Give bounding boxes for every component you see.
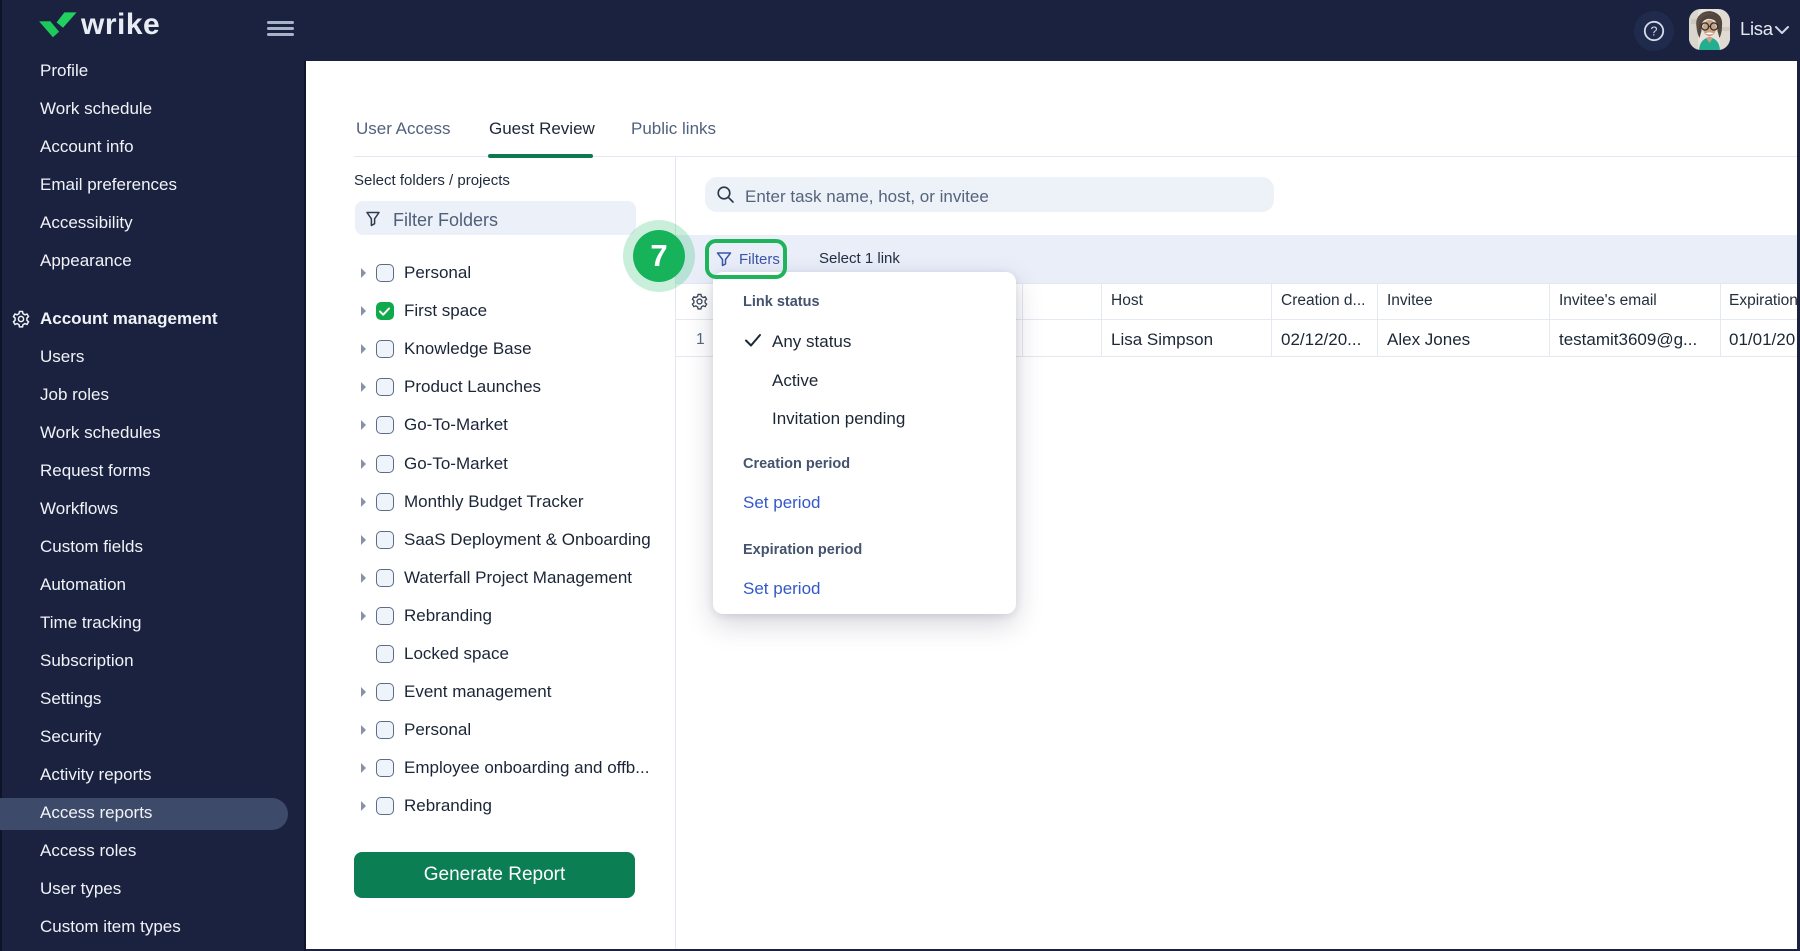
svg-text:?: ?: [1651, 25, 1658, 39]
